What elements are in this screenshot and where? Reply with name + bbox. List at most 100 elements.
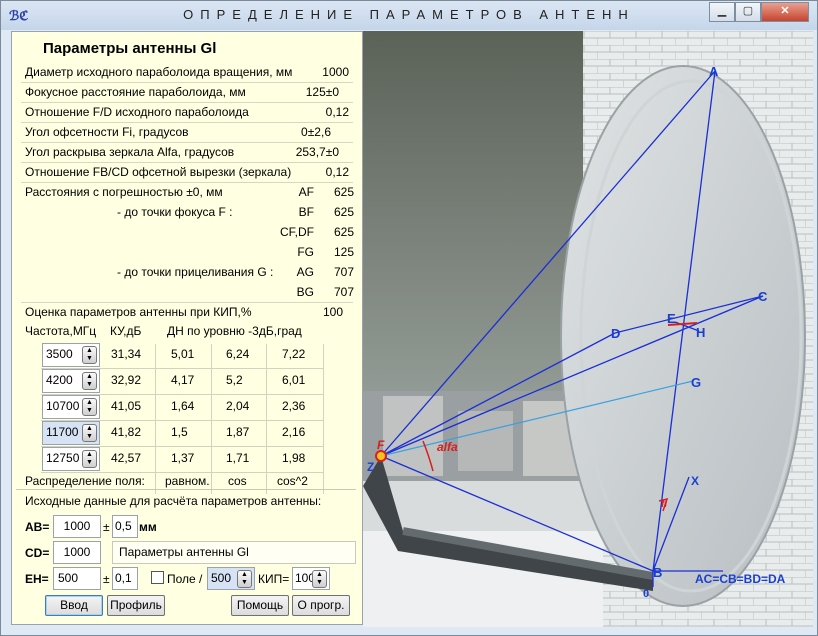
pattern-cos: 5,2 xyxy=(226,373,243,387)
spin-updown-icon[interactable]: ▲ ▼ xyxy=(82,346,97,364)
close-button[interactable]: ✕ xyxy=(761,2,809,22)
app-window: ℬℭ ОПРЕДЕЛЕНИЕ ПАРАМЕТРОВ АНТЕНН ▁ ▢ ✕ П… xyxy=(0,0,818,636)
cd-input[interactable]: 1000 xyxy=(53,541,101,564)
frequency-input-2[interactable]: 4200 ▲ ▼ xyxy=(42,369,100,393)
gain-value: 41,82 xyxy=(111,425,142,439)
aim-label: - до точки прицеливания G : xyxy=(117,265,274,279)
fi-label: fi xyxy=(661,499,667,510)
eh-tolerance-input[interactable]: 0,1 xyxy=(112,567,138,590)
kip-input[interactable]: 100 ▲ ▼ xyxy=(292,567,330,590)
param-row: Отношение F/D исходного параболоида 0,12 xyxy=(21,103,353,123)
kip-label: Оценка параметров антенны при КИП,% xyxy=(25,305,252,319)
enter-button[interactable]: Ввод xyxy=(45,595,103,616)
pole-checkbox[interactable] xyxy=(151,571,164,584)
param-value: 0±2,6 xyxy=(301,125,331,139)
point-label-a: A xyxy=(709,64,719,79)
distance-value: 625 xyxy=(333,185,354,199)
distance-value: 707 xyxy=(333,265,354,279)
gain-value: 42,57 xyxy=(111,451,142,465)
spin-updown-icon[interactable]: ▲ ▼ xyxy=(82,398,97,416)
minimize-button[interactable]: ▁ xyxy=(709,2,735,22)
distribution-cos2: cos^2 xyxy=(277,474,308,488)
pattern-header: ДН по уровню -3дБ,град xyxy=(167,324,302,338)
pattern-uniform: 1,5 xyxy=(171,425,188,439)
ab-tolerance-input[interactable]: 0,5 xyxy=(112,515,138,538)
frequency-input-5[interactable]: 12750 ▲ ▼ xyxy=(42,447,100,471)
distribution-label: Распределение поля: xyxy=(25,474,145,488)
eh-label: EH= xyxy=(25,572,49,586)
frequency-input-1[interactable]: 3500 ▲ ▼ xyxy=(42,343,100,367)
gain-value: 32,92 xyxy=(111,373,142,387)
inputs-header: Исходные данные для расчёта параметров а… xyxy=(25,494,322,508)
param-value: 125±0 xyxy=(305,85,339,99)
frequency-input-3[interactable]: 10700 ▲ ▼ xyxy=(42,395,100,419)
distance-name: BF xyxy=(298,205,314,219)
param-row: Угол офсетности Fi, градусов 0±2,6 xyxy=(21,123,353,143)
point-label-e: E xyxy=(667,311,676,326)
param-value: 1000 xyxy=(322,65,349,79)
frequency-input-4[interactable]: 11700 ▲ ▼ xyxy=(42,421,100,445)
help-button[interactable]: Помощь xyxy=(231,595,289,616)
distance-value: 625 xyxy=(333,225,354,239)
ab-input[interactable]: 1000 xyxy=(53,515,101,538)
pole-input[interactable]: 500 ▲ ▼ xyxy=(207,567,255,590)
eh-input[interactable]: 500 xyxy=(53,567,101,590)
point-label-c: C xyxy=(758,289,768,304)
kip-input-label: КИП= xyxy=(258,572,290,586)
spin-updown-icon[interactable]: ▲ ▼ xyxy=(82,424,97,442)
param-row: Угол раскрыва зеркала Alfa, градусов 253,… xyxy=(21,143,353,163)
pattern-uniform: 1,64 xyxy=(171,399,195,413)
param-row: Отношение FB/CD офсетной вырезки (зеркал… xyxy=(21,163,353,183)
param-label: Угол офсетности Fi, градусов xyxy=(25,125,189,139)
ab-unit: мм xyxy=(139,520,157,534)
pattern-cos2: 2,16 xyxy=(282,425,306,439)
ab-plusminus: ± xyxy=(103,520,110,534)
gain-value: 31,34 xyxy=(111,347,142,361)
parameters-panel: Параметры антенны Gl Диаметр исходного п… xyxy=(11,31,363,625)
point-label-b: B xyxy=(653,565,662,580)
pattern-cos: 2,04 xyxy=(226,399,250,413)
alfa-label: alfa xyxy=(437,440,458,454)
point-label-g: G xyxy=(691,375,701,390)
antenna-diagram-photo: A C D E H G B 0 X Z AC=CB=BD=DA F alfa f… xyxy=(363,31,813,627)
maximize-button[interactable]: ▢ xyxy=(735,2,761,22)
focus-point xyxy=(375,450,387,462)
focus-label: - до точки фокуса F : xyxy=(117,205,233,219)
spin-updown-icon[interactable]: ▲ ▼ xyxy=(237,570,252,588)
distance-name: AG xyxy=(296,265,314,279)
distance-name: BG xyxy=(296,285,314,299)
kip-value: 100 xyxy=(322,305,343,319)
distance-value: 707 xyxy=(333,285,354,299)
pattern-cos: 6,24 xyxy=(226,347,250,361)
point-label-d: D xyxy=(611,326,620,341)
point-label-f: F xyxy=(377,438,385,452)
spin-updown-icon[interactable]: ▲ ▼ xyxy=(312,570,327,588)
param-value: 253,7±0 xyxy=(295,145,339,159)
pattern-uniform: 4,17 xyxy=(171,373,195,387)
gain-header: КУ,дБ xyxy=(110,324,142,338)
pattern-cos: 1,87 xyxy=(226,425,250,439)
freq-header: Частота,МГц xyxy=(25,324,97,338)
param-value: 0,12 xyxy=(325,165,349,179)
equation-label: AC=CB=BD=DA xyxy=(695,572,786,586)
distribution-cos: cos xyxy=(228,474,247,488)
distance-name: CF,DF xyxy=(280,225,314,239)
kip-row: Оценка параметров антенны при КИП,% 100 xyxy=(21,302,353,322)
spin-updown-icon[interactable]: ▲ ▼ xyxy=(82,372,97,390)
param-value: 0,12 xyxy=(325,105,349,119)
axis-label-x: X xyxy=(691,474,699,488)
axis-label-z: Z xyxy=(367,460,374,474)
antenna-name-field[interactable]: Параметры антенны Gl xyxy=(112,541,356,564)
pattern-uniform: 5,01 xyxy=(171,347,195,361)
antenna-diagram: A C D E H G B 0 X Z AC=CB=BD=DA F alfa f… xyxy=(363,31,813,627)
spin-updown-icon[interactable]: ▲ ▼ xyxy=(82,450,97,468)
point-label-h: H xyxy=(696,325,705,340)
param-label: Отношение FB/CD офсетной вырезки (зеркал… xyxy=(25,165,292,179)
profile-button[interactable]: Профиль xyxy=(107,595,165,616)
distribution-uniform: равном. xyxy=(165,474,210,488)
about-button[interactable]: О прогр. xyxy=(292,595,350,616)
point-label-origin: 0 xyxy=(643,588,649,600)
distance-value: 625 xyxy=(333,205,354,219)
pattern-cos: 1,71 xyxy=(226,451,250,465)
eh-plusminus: ± xyxy=(103,572,110,586)
